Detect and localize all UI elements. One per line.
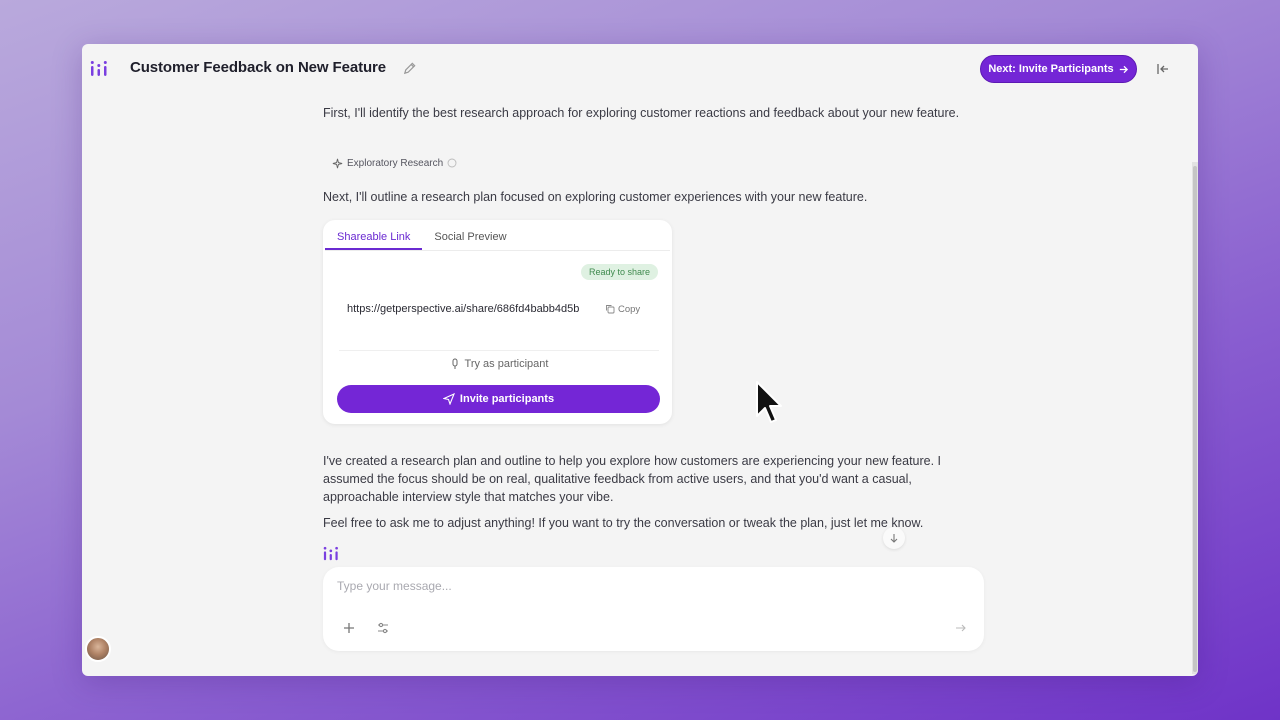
page-title: Customer Feedback on New Feature (130, 59, 387, 76)
try-label: Try as participant (464, 357, 549, 370)
next-button-label: Next: Invite Participants (988, 63, 1114, 75)
approach-chip-label: Exploratory Research (347, 157, 444, 169)
avatar[interactable] (85, 636, 111, 662)
scrollbar-thumb[interactable] (1193, 166, 1197, 672)
info-icon (447, 158, 457, 168)
share-tabs: Shareable Link Social Preview (325, 226, 519, 250)
tab-divider (325, 250, 670, 251)
mouse-cursor-icon (756, 381, 782, 423)
tab-shareable-link[interactable]: Shareable Link (325, 226, 423, 250)
status-badge: Ready to share (580, 264, 658, 280)
try-as-participant-button[interactable]: Try as participant (339, 350, 659, 376)
next-invite-participants-button[interactable]: Next: Invite Participants (980, 55, 1137, 83)
send-icon[interactable] (954, 621, 968, 635)
edit-icon[interactable] (402, 61, 417, 76)
logo-icon[interactable] (90, 60, 108, 78)
mic-icon (452, 358, 458, 369)
collapse-icon[interactable] (1156, 62, 1170, 76)
message-composer (323, 567, 984, 651)
assistant-message: Feel free to ask me to adjust anything! … (323, 516, 924, 530)
arrow-right-icon (1119, 65, 1128, 73)
message-input[interactable] (337, 579, 937, 593)
share-link-row: https://getperspective.ai/share/686fd4ba… (339, 296, 659, 322)
share-link[interactable]: https://getperspective.ai/share/686fd4ba… (339, 303, 597, 315)
tab-social-preview[interactable]: Social Preview (422, 226, 518, 250)
share-card: Shareable Link Social Preview Ready to s… (323, 220, 672, 424)
invite-label: Invite participants (459, 393, 555, 405)
invite-participants-button[interactable]: Invite participants (337, 385, 660, 413)
sparkle-icon (332, 158, 343, 168)
arrow-down-icon (890, 534, 898, 543)
copy-icon (606, 305, 615, 314)
assistant-logo-icon (323, 546, 338, 561)
send-icon (442, 393, 455, 405)
header: Customer Feedback on New Feature Next: I… (82, 44, 1198, 94)
approach-chip[interactable]: Exploratory Research (326, 154, 463, 172)
scroll-to-bottom-button[interactable] (883, 527, 905, 549)
plus-icon[interactable] (341, 620, 357, 636)
app-window: Customer Feedback on New Feature Next: I… (82, 44, 1198, 676)
assistant-message: First, I'll identify the best research a… (323, 106, 960, 120)
assistant-message: I've created a research plan and outline… (323, 454, 942, 504)
assistant-message: Next, I'll outline a research plan focus… (323, 190, 868, 204)
copy-button[interactable]: Copy (605, 304, 640, 315)
copy-label: Copy (618, 303, 641, 315)
sliders-icon[interactable] (375, 620, 391, 636)
